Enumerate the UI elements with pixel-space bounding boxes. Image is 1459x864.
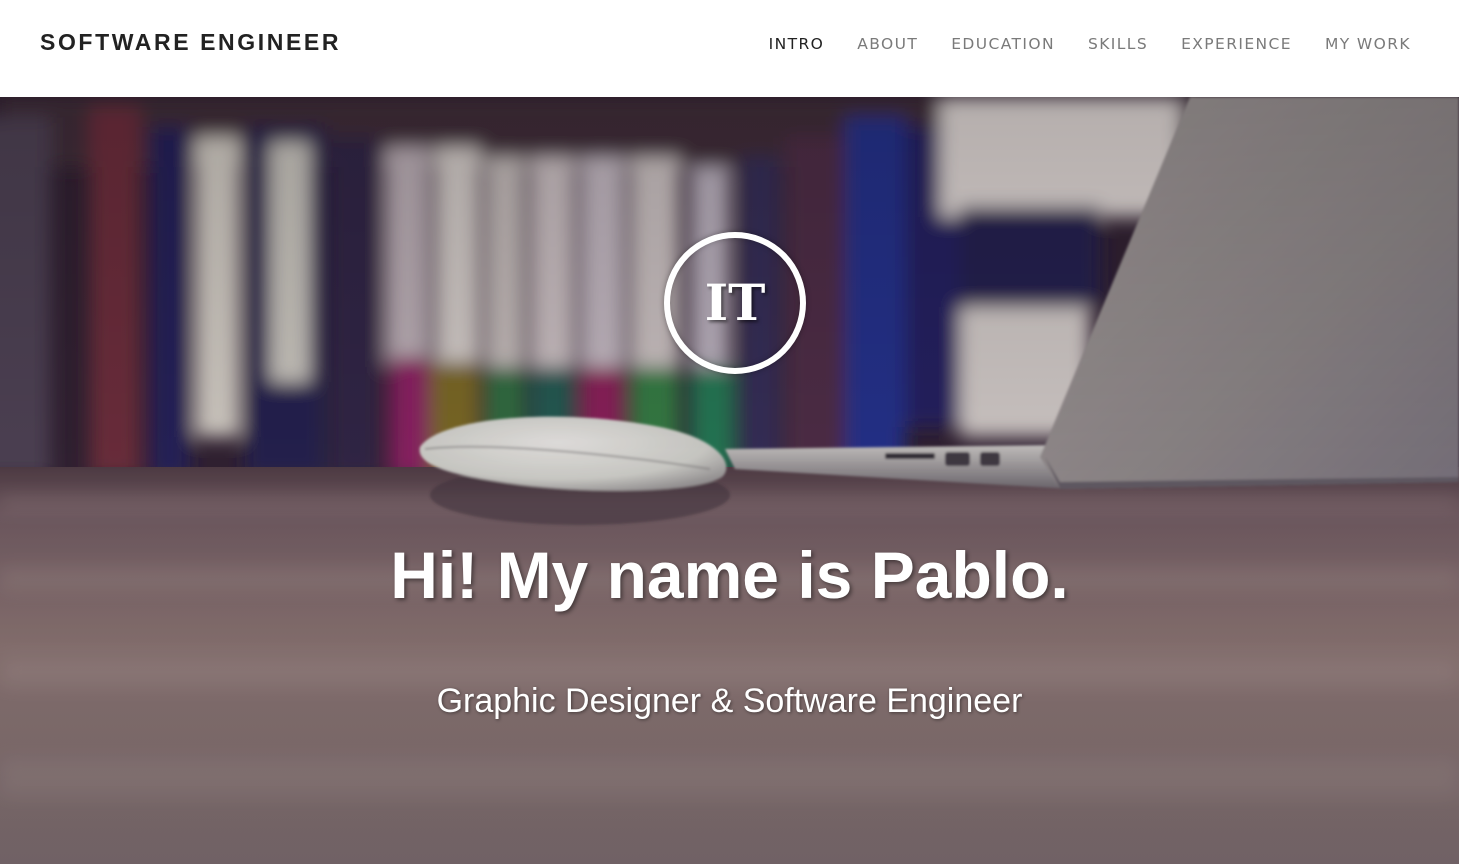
nav-link-skills[interactable]: SKILLS — [1088, 35, 1148, 53]
hero-section: IT Hi! My name is Pablo. Graphic Designe… — [0, 97, 1459, 864]
nav-item-intro: INTRO — [769, 35, 825, 54]
hero-title: Hi! My name is Pablo. — [390, 538, 1069, 612]
logo-monogram: IT — [704, 273, 766, 332]
nav-item-my-work: MY WORK — [1325, 35, 1411, 54]
nav-menu: INTRO ABOUT EDUCATION SKILLS EXPERIENCE … — [736, 35, 1411, 54]
it-logo-badge: IT — [664, 232, 806, 374]
top-navbar: SOFTWARE ENGINEER INTRO ABOUT EDUCATION … — [0, 0, 1459, 97]
nav-link-education[interactable]: EDUCATION — [951, 35, 1055, 53]
nav-item-skills: SKILLS — [1088, 35, 1148, 54]
nav-link-intro[interactable]: INTRO — [769, 35, 825, 53]
nav-link-my-work[interactable]: MY WORK — [1325, 35, 1411, 53]
hero-subtitle: Graphic Designer & Software Engineer — [436, 682, 1023, 720]
brand-title[interactable]: SOFTWARE ENGINEER — [40, 29, 341, 56]
nav-link-experience[interactable]: EXPERIENCE — [1181, 35, 1292, 53]
nav-link-about[interactable]: ABOUT — [857, 35, 918, 53]
nav-item-experience: EXPERIENCE — [1181, 35, 1292, 54]
nav-item-about: ABOUT — [857, 35, 918, 54]
nav-item-education: EDUCATION — [951, 35, 1055, 54]
hero-content: IT Hi! My name is Pablo. Graphic Designe… — [0, 97, 1459, 864]
